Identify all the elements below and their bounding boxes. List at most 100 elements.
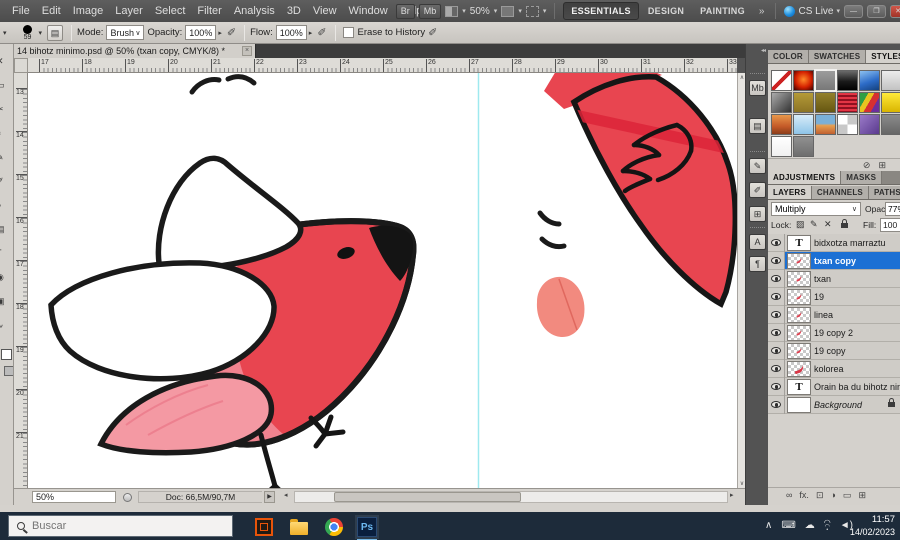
tab-color[interactable]: COLOR [768, 50, 809, 63]
visibility-toggle[interactable] [768, 342, 785, 360]
horizontal-scrollbar[interactable] [294, 491, 728, 503]
visibility-toggle[interactable] [768, 378, 785, 396]
style-multicolor[interactable] [859, 92, 880, 113]
visibility-toggle[interactable] [768, 288, 785, 306]
character-panel-icon[interactable]: A [749, 234, 766, 250]
layer-row-kolorea[interactable]: kolorea [768, 360, 900, 378]
vertical-ruler[interactable]: 131415161718192021 [14, 73, 28, 488]
paragraph-panel-icon[interactable]: ¶ [749, 256, 766, 272]
document-canvas[interactable] [28, 73, 737, 488]
scroll-right-icon[interactable]: ▸ [730, 491, 734, 499]
workspace-overflow-button[interactable]: » [756, 6, 768, 17]
tool-icon-6[interactable]: ◑ [0, 200, 12, 210]
layer-fill-input[interactable]: 100 [880, 218, 900, 232]
opacity-spinner[interactable]: ▸ [218, 29, 222, 37]
style-sky-blue[interactable] [793, 114, 814, 135]
brush-picker-dropdown[interactable]: ▾ [39, 29, 43, 37]
mode-select[interactable]: Brush ∨ [106, 25, 144, 40]
brush-preset-picker[interactable]: 59 [19, 25, 37, 41]
style-sunset[interactable] [815, 114, 836, 135]
new-style-icon[interactable]: ⊞ [878, 160, 886, 171]
lock-all-icon[interactable] [841, 223, 848, 228]
layer-row-txan-copy[interactable]: txan copy [768, 252, 900, 270]
launch-mini-bridge-button[interactable]: Mb [419, 4, 442, 19]
wifi-icon[interactable]: ◠◠• [824, 521, 831, 532]
style-blue-gloss[interactable] [859, 70, 880, 91]
search-input[interactable] [32, 520, 202, 532]
mini-bridge-panel-icon[interactable]: Mb [749, 80, 766, 96]
blend-mode-select[interactable]: Multiply ∨ [771, 202, 861, 216]
adjustment-layer-icon[interactable]: ◑ [830, 490, 835, 501]
document-tab[interactable]: 14 bihotz minimo.psd @ 50% (txan copy, C… [14, 44, 256, 58]
menu-image[interactable]: Image [67, 0, 110, 22]
zoom-dropdown[interactable]: ▾ [494, 7, 498, 15]
hidden-icons-chevron[interactable]: ∧ [765, 521, 772, 531]
scroll-left-icon[interactable]: ◂ [284, 491, 288, 499]
visibility-toggle[interactable] [768, 270, 785, 288]
airbrush-opacity-icon[interactable]: ✐ [227, 26, 236, 39]
taskbar-photoshop[interactable]: Ps [355, 515, 379, 539]
visibility-toggle[interactable] [768, 360, 785, 378]
visibility-toggle[interactable] [768, 396, 785, 414]
screen-mode-icon[interactable] [526, 6, 539, 17]
tool-presets-panel-icon[interactable]: ✎ [749, 158, 766, 174]
menu-edit[interactable]: Edit [36, 0, 67, 22]
layer-row-linea[interactable]: linea [768, 306, 900, 324]
arrange-documents-icon[interactable] [501, 6, 514, 17]
style-red-stripes[interactable] [837, 92, 858, 113]
layer-row-19-copy-2[interactable]: 19 copy 2 [768, 324, 900, 342]
style-red-glow[interactable] [793, 70, 814, 91]
visibility-toggle[interactable] [768, 306, 785, 324]
new-group-icon[interactable]: ▭ [843, 490, 852, 501]
tool-icon-8[interactable]: T [0, 248, 12, 258]
layer-row-txan[interactable]: txan [768, 270, 900, 288]
tab-swatches[interactable]: SWATCHES [809, 50, 866, 63]
lock-pixels-icon[interactable]: ✎ [810, 219, 818, 230]
airbrush-flow-icon[interactable]: ✐ [317, 26, 326, 39]
zoom-level-control[interactable]: 50% [470, 6, 490, 17]
style-white[interactable] [771, 136, 792, 157]
style-black-gloss[interactable] [837, 70, 858, 91]
horizontal-scroll-thumb[interactable] [334, 492, 521, 502]
style-gray[interactable] [815, 70, 836, 91]
horizontal-ruler[interactable]: 1718192021222324252627282930313233 [28, 58, 737, 73]
tool-icon-4[interactable]: ✎ [0, 152, 12, 163]
tool-icon-2[interactable]: ✂ [0, 104, 12, 115]
tool-icon-0[interactable]: ✕ [0, 56, 12, 67]
visibility-toggle[interactable] [768, 234, 785, 252]
tab-styles[interactable]: STYLES [866, 50, 900, 63]
workspace-painting[interactable]: PAINTING [693, 3, 752, 19]
style-none[interactable] [771, 70, 792, 91]
foreground-color-swatch[interactable] [1, 349, 12, 360]
taskbar-app-orange[interactable] [252, 515, 276, 539]
airbrush-tablet-icon[interactable]: ✐ [428, 26, 437, 39]
clone-source-panel-icon[interactable]: ⊞ [749, 206, 766, 222]
minimize-button[interactable]: — [844, 5, 863, 18]
status-menu-arrow[interactable]: ▶ [264, 491, 275, 503]
style-dark-gray[interactable] [881, 114, 900, 135]
style-sunset-orange[interactable] [771, 114, 792, 135]
brush-presets-panel-icon[interactable]: ✐ [749, 182, 766, 198]
style-olive[interactable] [793, 92, 814, 113]
taskbar-file-explorer[interactable] [287, 515, 311, 539]
close-document-icon[interactable]: × [242, 46, 252, 56]
layer-row-orain-ba-du-bihotz-nimino[interactable]: TOrain ba du bihotz nimino [768, 378, 900, 396]
menu-select[interactable]: Select [149, 0, 192, 22]
tab-paths[interactable]: PATHS [869, 186, 900, 199]
flow-input[interactable]: 100% [276, 25, 307, 40]
tab-channels[interactable]: CHANNELS [812, 186, 869, 199]
lock-transparency-icon[interactable]: ▨ [796, 219, 805, 230]
link-layers-icon[interactable]: ∞ [786, 490, 792, 501]
view-extras-dropdown[interactable]: ▾ [462, 7, 466, 15]
new-layer-icon[interactable]: ⊞ [858, 490, 866, 501]
layer-style-icon[interactable]: fx. [799, 490, 809, 501]
history-panel-icon[interactable]: ▤ [749, 118, 766, 134]
tab-adjustments[interactable]: ADJUSTMENTS [768, 171, 841, 184]
menu-window[interactable]: Window [343, 0, 394, 22]
visibility-toggle[interactable] [768, 324, 785, 342]
layer-row-bidxotza-marraztu[interactable]: Tbidxotza marraztu [768, 234, 900, 252]
arrange-documents-dropdown[interactable]: ▾ [518, 7, 522, 15]
launch-bridge-button[interactable]: Br [396, 4, 415, 19]
status-zoom-input[interactable]: 50% [32, 491, 116, 503]
tools-panel[interactable]: ✕▭✂◌✎✐◑▤T◉▣∿ [0, 44, 14, 507]
